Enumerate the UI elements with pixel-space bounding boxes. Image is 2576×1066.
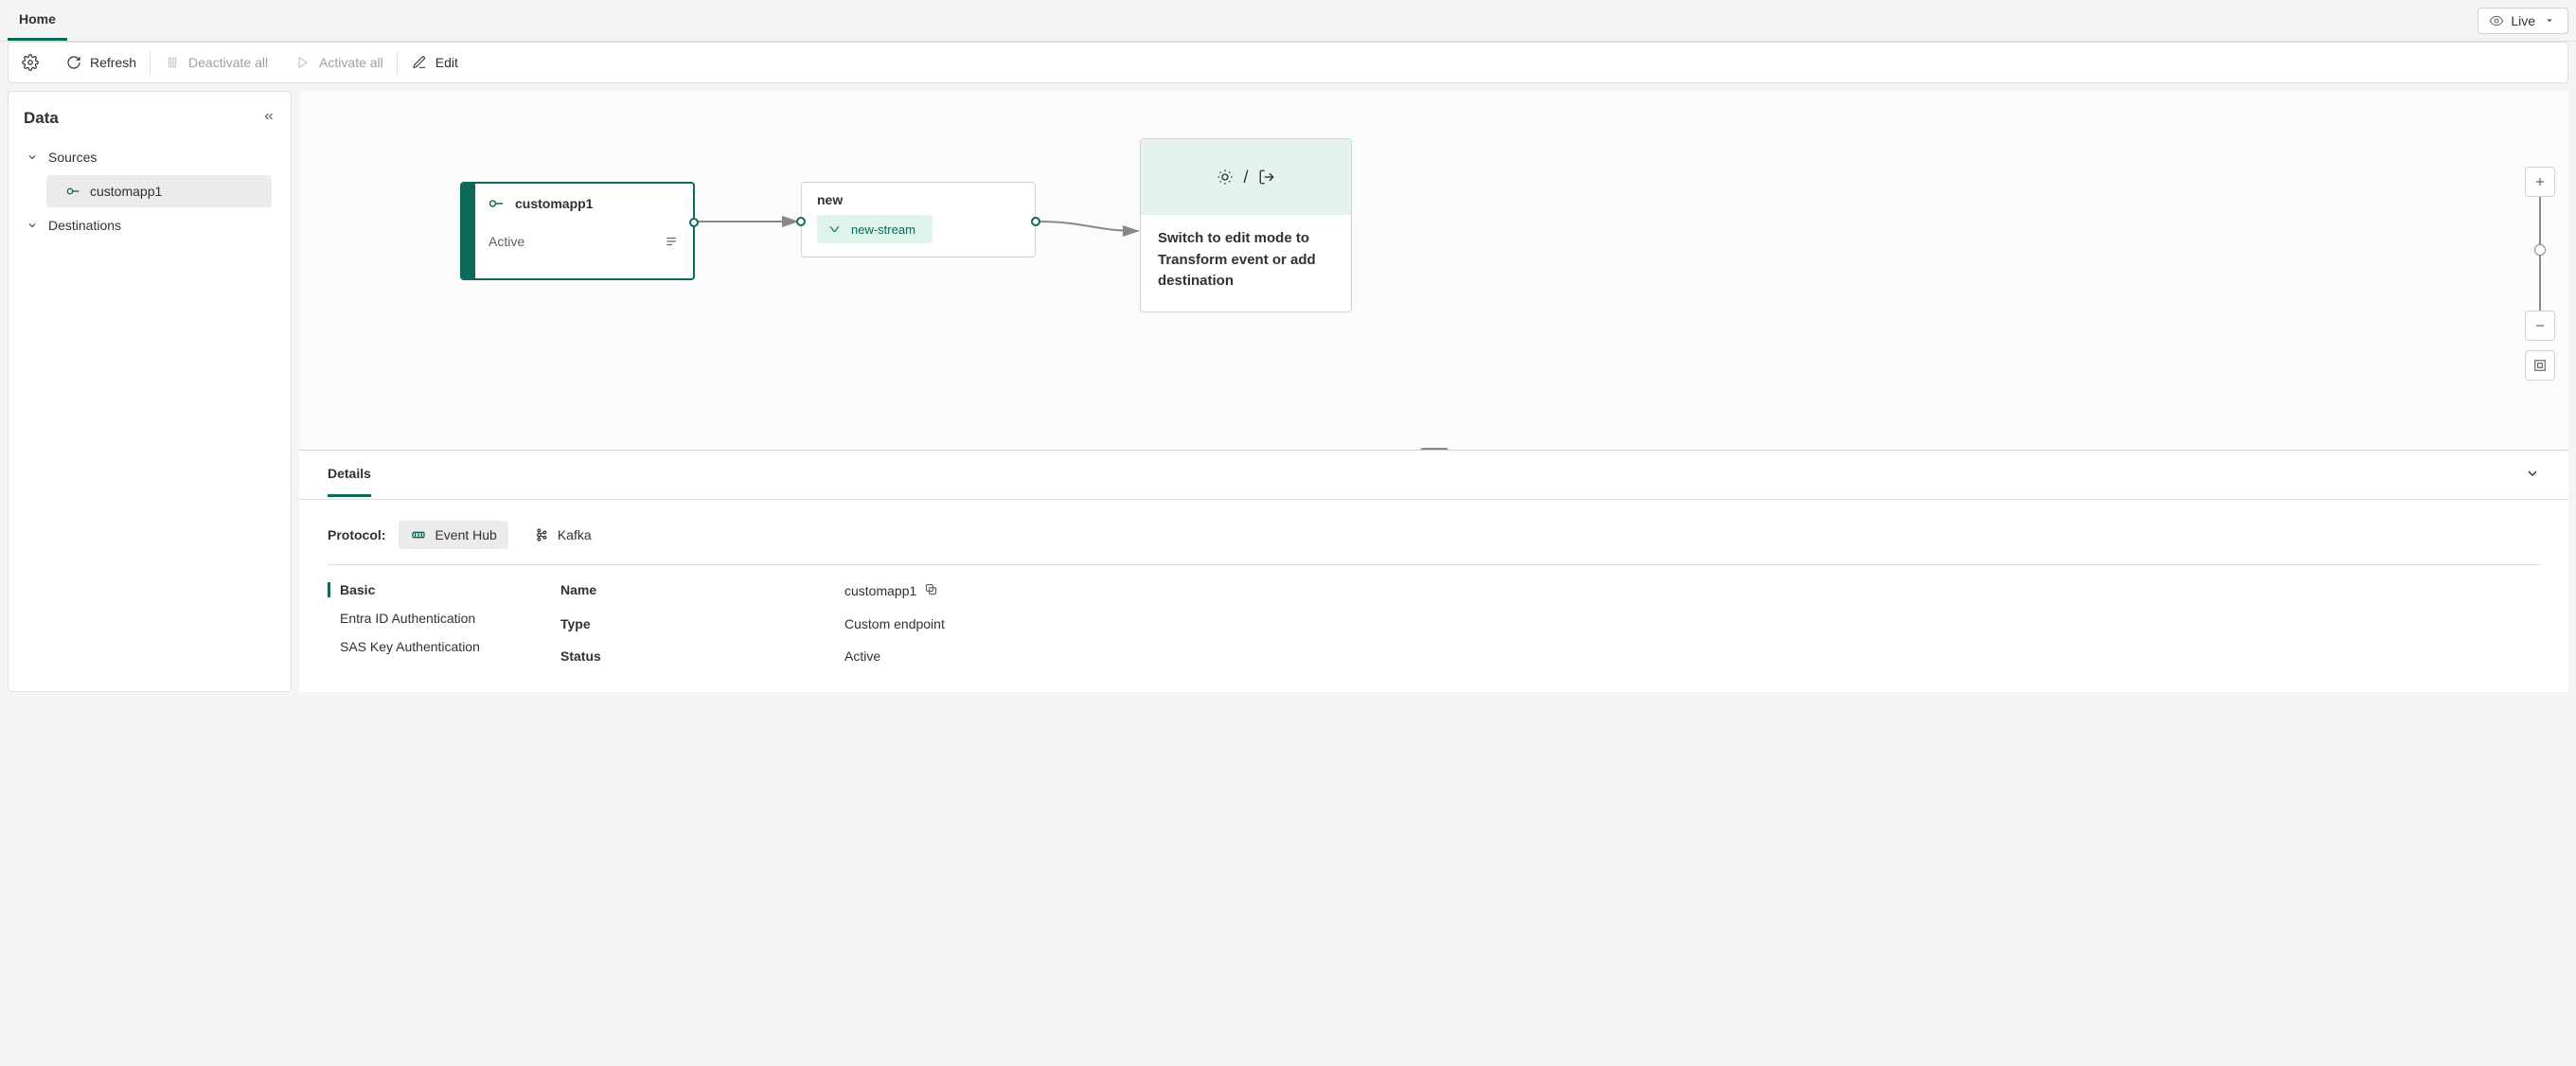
stream-chip-label: new-stream xyxy=(851,222,915,237)
copy-name-button[interactable] xyxy=(924,582,938,599)
minus-icon xyxy=(2533,319,2547,332)
canvas-node-stream[interactable]: new new-stream xyxy=(801,182,1036,258)
detail-side-sas[interactable]: SAS Key Authentication xyxy=(328,639,545,654)
live-dropdown[interactable]: Live xyxy=(2478,8,2568,34)
deactivate-label: Deactivate all xyxy=(188,55,268,70)
details-tabbar: Details xyxy=(299,451,2568,500)
stream-node-title: new xyxy=(817,192,1020,207)
protocol-eventhub[interactable]: Event Hub xyxy=(399,521,507,549)
tree-section-destinations[interactable]: Destinations xyxy=(16,209,283,241)
canvas[interactable]: customapp1 Active new xyxy=(299,91,2568,451)
field-type-value: Custom endpoint xyxy=(844,616,945,631)
live-label: Live xyxy=(2511,13,2535,28)
fit-icon xyxy=(2533,359,2547,372)
refresh-label: Refresh xyxy=(90,55,136,70)
detail-side-entra[interactable]: Entra ID Authentication xyxy=(328,611,545,626)
details-tab[interactable]: Details xyxy=(328,453,371,497)
chevron-double-left-icon xyxy=(262,110,275,123)
refresh-icon xyxy=(65,54,82,71)
stream-icon xyxy=(826,221,844,238)
protocol-kafka-label: Kafka xyxy=(558,527,592,542)
canvas-node-destination[interactable]: / Switch to edit mode to Transform event… xyxy=(1140,138,1352,312)
transform-icon xyxy=(1217,169,1234,186)
collapse-details-button[interactable] xyxy=(2525,466,2540,484)
field-status-label: Status xyxy=(560,648,844,664)
chevron-down-icon xyxy=(2541,12,2558,29)
chevron-down-icon xyxy=(2525,466,2540,481)
stream-chip[interactable]: new-stream xyxy=(817,215,933,243)
output-icon xyxy=(1258,169,1275,186)
field-status-value: Active xyxy=(844,648,880,664)
eye-icon xyxy=(2488,12,2505,29)
panel-resize-handle[interactable] xyxy=(1420,448,1448,451)
deactivate-all-button[interactable]: Deactivate all xyxy=(151,43,281,82)
play-icon xyxy=(294,54,311,71)
copy-icon xyxy=(924,582,938,596)
protocol-eventhub-label: Event Hub xyxy=(435,527,496,542)
chevron-down-icon xyxy=(24,217,41,234)
data-panel-title: Data xyxy=(24,109,59,128)
edit-icon xyxy=(411,54,428,71)
protocol-kafka[interactable]: Kafka xyxy=(522,521,603,549)
tree-item-customapp1[interactable]: customapp1 xyxy=(46,175,272,207)
sources-label: Sources xyxy=(48,150,97,165)
zoom-out-button[interactable] xyxy=(2525,311,2555,341)
edit-button[interactable]: Edit xyxy=(398,43,471,82)
zoom-in-button[interactable] xyxy=(2525,167,2555,197)
destination-hint-text: Switch to edit mode to Transform event o… xyxy=(1141,215,1351,311)
activate-all-button[interactable]: Activate all xyxy=(281,43,397,82)
destinations-label: Destinations xyxy=(48,218,121,233)
gear-icon xyxy=(22,54,39,71)
field-name-value: customapp1 xyxy=(844,583,916,598)
endpoint-icon xyxy=(65,183,82,200)
tree-item-label: customapp1 xyxy=(90,184,162,199)
kafka-icon xyxy=(533,526,550,543)
endpoint-icon xyxy=(489,195,506,212)
list-icon xyxy=(663,233,680,250)
chevron-down-icon xyxy=(24,149,41,166)
field-type-label: Type xyxy=(560,616,844,631)
refresh-button[interactable]: Refresh xyxy=(52,43,150,82)
edit-label: Edit xyxy=(435,55,458,70)
tree-section-sources[interactable]: Sources xyxy=(16,141,283,173)
fit-to-screen-button[interactable] xyxy=(2525,350,2555,381)
field-name-label: Name xyxy=(560,582,844,599)
settings-button[interactable] xyxy=(9,43,52,82)
collapse-panel-button[interactable] xyxy=(262,109,275,128)
eventhub-icon xyxy=(410,526,427,543)
zoom-slider[interactable] xyxy=(2539,197,2541,311)
pause-icon xyxy=(164,54,181,71)
toolbar: Refresh Deactivate all Activate all Edit xyxy=(8,42,2568,83)
canvas-node-source[interactable]: customapp1 Active xyxy=(460,182,695,280)
detail-side-basic[interactable]: Basic xyxy=(328,582,545,597)
data-side-panel: Data Sources customapp1 Destinations xyxy=(8,91,292,692)
protocol-label: Protocol: xyxy=(328,527,385,542)
plus-icon xyxy=(2533,175,2547,188)
zoom-thumb[interactable] xyxy=(2534,244,2546,256)
tab-home[interactable]: Home xyxy=(8,0,67,41)
source-node-status: Active xyxy=(489,234,524,249)
slash-separator: / xyxy=(1243,168,1248,187)
activate-label: Activate all xyxy=(319,55,383,70)
source-node-name: customapp1 xyxy=(515,196,593,211)
